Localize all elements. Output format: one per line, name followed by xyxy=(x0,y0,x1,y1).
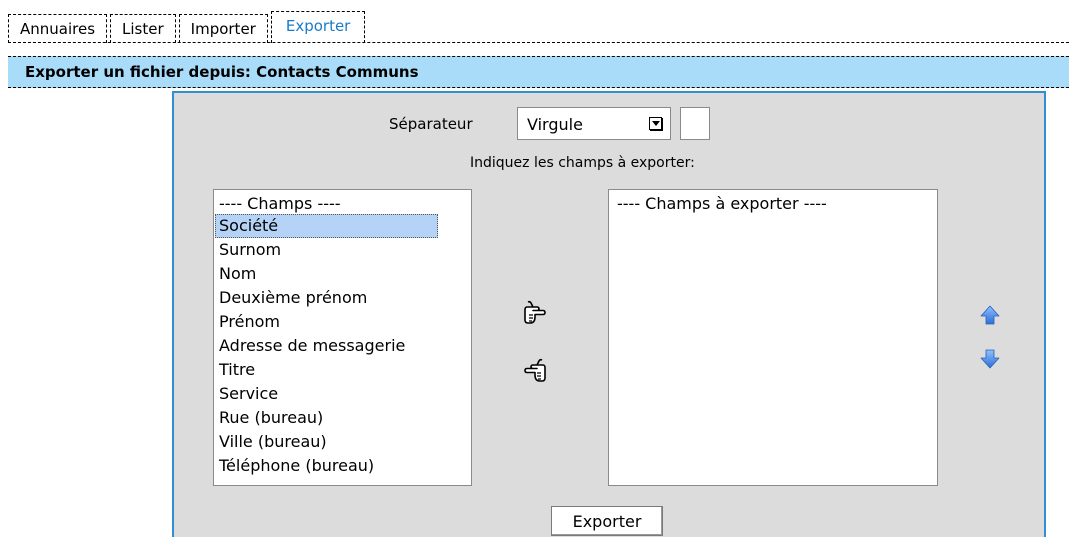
tab-annuaires[interactable]: Annuaires xyxy=(8,14,108,43)
instructions-label: Indiquez les champs à exporter: xyxy=(470,155,695,171)
chevron-down-icon xyxy=(649,117,662,130)
list-item[interactable]: Nom xyxy=(214,262,471,286)
export-button[interactable]: Exporter xyxy=(551,506,663,536)
hand-pointing-right-icon[interactable] xyxy=(521,298,549,326)
custom-separator-input[interactable] xyxy=(680,107,710,140)
export-page: Annuaires Lister Importer Exporter Expor… xyxy=(0,0,1069,537)
separator-label: Séparateur xyxy=(389,115,473,133)
list-item[interactable]: Deuxième prénom xyxy=(214,286,471,310)
tab-importer[interactable]: Importer xyxy=(178,14,268,43)
list-item[interactable]: Adresse de messagerie xyxy=(214,334,471,358)
export-fields-list[interactable]: ---- Champs à exporter ---- xyxy=(608,189,938,486)
available-fields-list[interactable]: ---- Champs ---- Société Surnom Nom Deux… xyxy=(213,189,472,486)
list-item[interactable]: Surnom xyxy=(214,238,471,262)
page-title: Exporter un fichier depuis: Contacts Com… xyxy=(8,56,1069,88)
arrow-up-icon[interactable] xyxy=(978,303,1002,327)
list-item[interactable]: Société xyxy=(215,214,438,238)
list-item[interactable]: Ville (bureau) xyxy=(214,430,471,454)
tab-exporter[interactable]: Exporter xyxy=(270,11,366,43)
list-item[interactable]: Titre xyxy=(214,358,471,382)
hand-pointing-left-icon[interactable] xyxy=(521,356,549,384)
arrow-down-icon[interactable] xyxy=(978,347,1002,371)
list-item[interactable]: Service xyxy=(214,382,471,406)
list-item[interactable]: Rue (bureau) xyxy=(214,406,471,430)
tab-lister[interactable]: Lister xyxy=(110,14,176,43)
tab-bar: Annuaires Lister Importer Exporter xyxy=(8,11,368,43)
separator-select[interactable]: Virgule xyxy=(517,107,671,140)
tab-divider xyxy=(8,42,1069,43)
export-panel: Séparateur Virgule Indiquez les champs à… xyxy=(172,91,1046,537)
list-item[interactable]: Prénom xyxy=(214,310,471,334)
separator-selected-value: Virgule xyxy=(527,115,583,134)
list-header[interactable]: ---- Champs à exporter ---- xyxy=(609,194,937,214)
list-header[interactable]: ---- Champs ---- xyxy=(214,194,471,214)
list-item[interactable]: Téléphone (bureau) xyxy=(214,454,471,478)
